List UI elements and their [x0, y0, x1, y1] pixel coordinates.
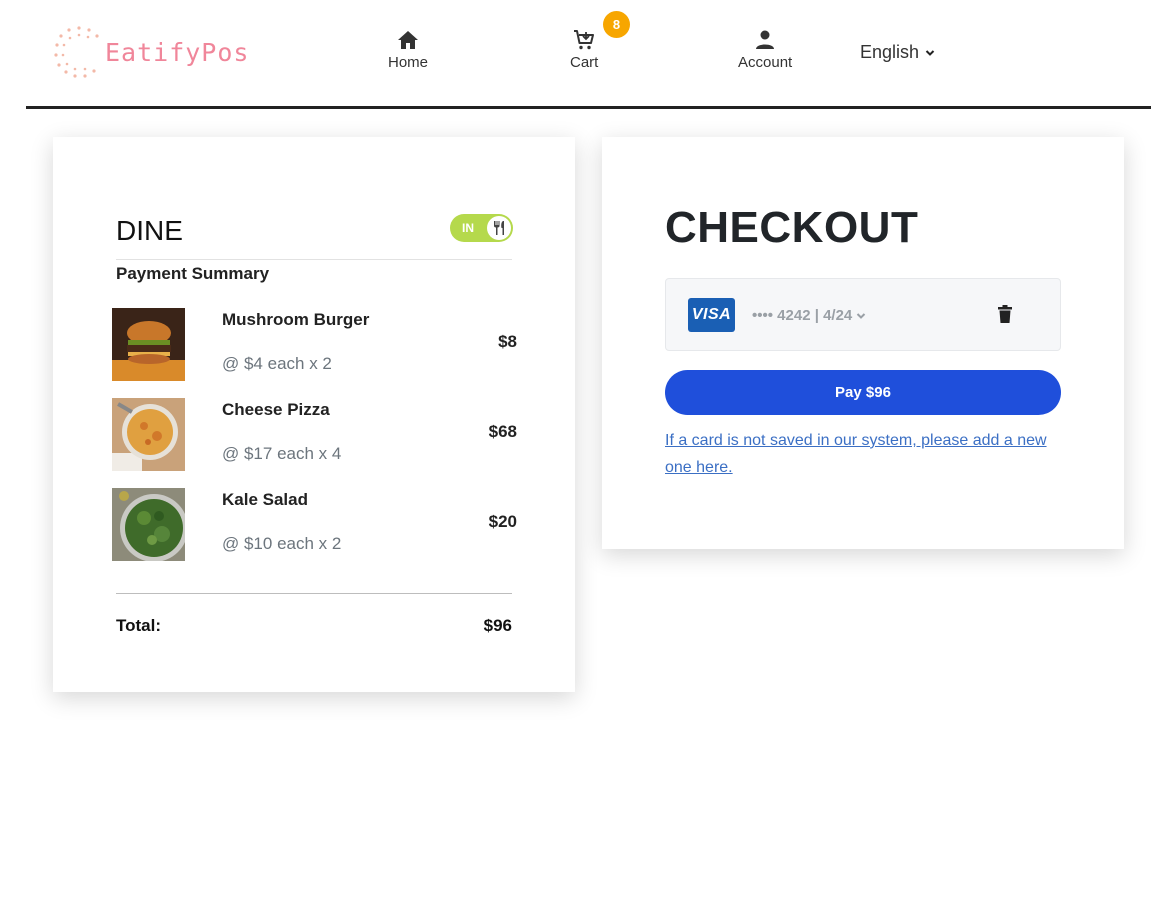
payment-summary-card: DINE IN Payment Summary Mushroom Burger … — [53, 137, 575, 692]
saved-card-row: VISA •••• 4242 | 4/24 — [665, 278, 1061, 351]
add-card-link[interactable]: If a card is not saved in our system, pl… — [665, 427, 1065, 481]
user-icon — [756, 30, 775, 49]
order-item: Cheese Pizza @ $17 each x 4 $68 — [112, 398, 517, 472]
burger-photo — [112, 308, 185, 381]
header-divider — [26, 106, 1151, 109]
payment-summary-heading: Payment Summary — [116, 264, 270, 283]
card-masked-number: •••• 4242 | 4/24 — [752, 307, 853, 324]
utensils-icon — [494, 221, 504, 235]
total-value: $96 — [483, 616, 512, 635]
visa-logo: VISA — [688, 298, 735, 332]
item-price: $8 — [498, 332, 517, 351]
nav-home-label: Home — [388, 54, 429, 71]
item-quantity: @ $17 each x 4 — [222, 444, 342, 463]
nav-home[interactable]: Home — [388, 28, 428, 71]
cart-icon — [574, 30, 595, 50]
item-name: Kale Salad — [222, 490, 308, 509]
nav-cart-label: Cart — [570, 54, 599, 71]
item-price: $20 — [488, 512, 517, 531]
saved-card-select[interactable]: •••• 4242 | 4/24 — [752, 307, 866, 324]
cart-count-badge: 8 — [603, 11, 630, 38]
top-navbar: EatifyPos Home Cart 8 Account English — [0, 0, 1169, 110]
nav-account[interactable]: Account — [738, 28, 792, 71]
item-price: $68 — [488, 422, 517, 441]
checkout-title: CHECKOUT — [665, 203, 919, 252]
item-quantity: @ $10 each x 2 — [222, 534, 342, 553]
nav-cart[interactable]: Cart — [570, 28, 598, 71]
language-label: English — [860, 42, 920, 62]
pizza-photo — [112, 398, 185, 471]
pay-button[interactable]: Pay $96 — [665, 370, 1061, 415]
checkout-card: CHECKOUT VISA •••• 4242 | 4/24 Pay $96 I… — [602, 137, 1124, 549]
salad-photo — [112, 488, 185, 561]
total-label: Total: — [116, 616, 162, 635]
brand-logo[interactable]: EatifyPos — [52, 24, 249, 80]
dine-in-toggle[interactable]: IN — [450, 214, 513, 242]
summary-divider-bottom — [116, 593, 512, 594]
toggle-knob — [487, 216, 511, 240]
trash-icon[interactable] — [996, 304, 1014, 324]
item-quantity: @ $4 each x 2 — [222, 354, 332, 373]
logo-dots-icon — [54, 26, 99, 78]
order-item: Kale Salad @ $10 each x 2 $20 — [112, 488, 517, 562]
summary-divider-top — [116, 259, 512, 260]
order-item: Mushroom Burger @ $4 each x 2 $8 — [112, 308, 517, 382]
item-name: Cheese Pizza — [222, 400, 330, 419]
toggle-text: IN — [462, 221, 474, 235]
language-selector[interactable]: English — [860, 42, 935, 63]
item-name: Mushroom Burger — [222, 310, 370, 329]
brand-name: EatifyPos — [105, 37, 250, 67]
chevron-down-icon — [925, 49, 935, 56]
nav-account-label: Account — [738, 54, 793, 71]
chevron-down-icon — [857, 312, 866, 319]
home-icon — [398, 31, 418, 49]
dine-label: DINE — [116, 215, 183, 246]
